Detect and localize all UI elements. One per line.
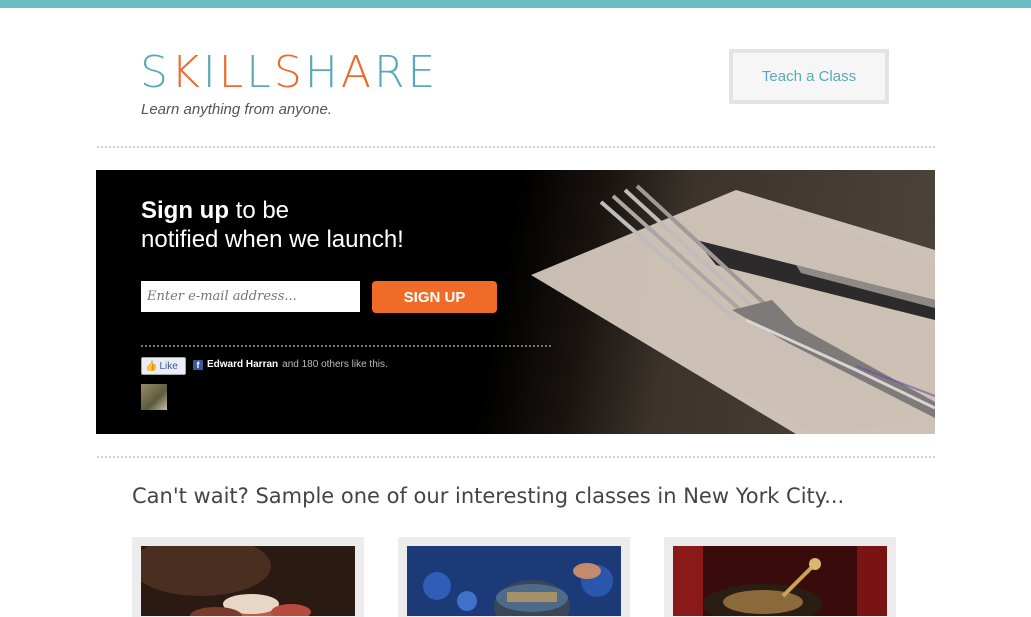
logo-letter: L [218,47,247,98]
signup-hero: Sign up to be notified when we launch! S… [96,170,935,434]
top-accent-bar [0,0,1031,8]
like-label: Like [159,360,178,372]
logo-letter: L [246,47,274,98]
logo-letter: S [140,47,171,98]
thumbs-up-icon: 👍 [145,360,158,372]
logo-letter: R [373,47,408,98]
hero-title-rest: to be [228,197,290,224]
tagline: Learn anything from anyone. [141,101,332,118]
hero-divider [141,345,551,347]
logo-letter: E [407,47,439,98]
sample-classes-heading: Can't wait? Sample one of our interestin… [132,484,845,508]
logo-letter: I [202,47,219,98]
hero-title-bold: Sign up [141,197,229,224]
teach-a-class-button[interactable]: Teach a Class [729,49,889,104]
friend-name-link[interactable]: Edward Harran [207,359,278,370]
class-card[interactable] [398,537,630,617]
header-divider [97,146,935,148]
facebook-icon: f [193,359,203,370]
logo-letter: A [340,47,374,98]
class-card[interactable] [132,537,364,617]
facebook-social-line: f Edward Harran and 180 others like this… [193,359,388,370]
class-card-image [673,546,887,616]
facebook-like-button[interactable]: 👍 Like [141,357,186,375]
skillshare-logo[interactable]: SKILLSHARE [140,48,438,98]
section-divider [97,456,935,458]
like-count-text: and 180 others like this. [282,359,388,370]
class-card-image [141,546,355,616]
logo-letter: K [170,47,203,98]
logo-letter: H [304,47,341,98]
class-card-image [407,546,621,616]
sign-up-button[interactable]: SIGN UP [372,281,497,313]
friend-avatar[interactable] [141,384,167,410]
hero-title-line-2: notified when we launch! [141,226,404,253]
email-input[interactable] [141,281,360,312]
class-card[interactable] [664,537,896,617]
logo-letter: S [273,47,305,98]
hero-title: Sign up to be notified when we launch! [141,196,481,254]
